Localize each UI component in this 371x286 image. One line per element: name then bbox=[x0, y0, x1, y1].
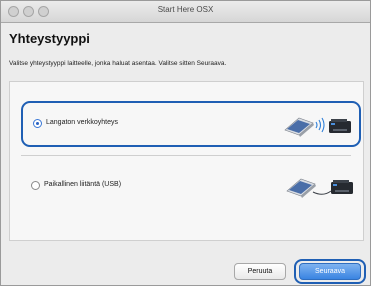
laptop-wifi-printer-illustration bbox=[284, 117, 351, 137]
cancel-button[interactable]: Peruuta bbox=[234, 263, 286, 280]
option-wireless-label: Langaton verkkoyhteys bbox=[46, 119, 118, 126]
options-divider bbox=[21, 155, 351, 156]
installer-window: Start Here OSX Yhteystyyppi Valitse yhte… bbox=[0, 0, 371, 286]
next-button[interactable]: Seuraava bbox=[299, 263, 361, 280]
instruction-text: Valitse yhteystyyppi laitteelle, jonka h… bbox=[9, 60, 227, 67]
option-wireless[interactable]: Langaton verkkoyhteys bbox=[21, 101, 361, 147]
page-title: Yhteystyyppi bbox=[9, 31, 90, 46]
title-bar: Start Here OSX bbox=[1, 1, 370, 23]
option-usb[interactable]: Paikallinen liitäntä (USB) bbox=[21, 163, 361, 209]
radio-usb[interactable] bbox=[31, 181, 40, 190]
option-usb-label: Paikallinen liitäntä (USB) bbox=[44, 181, 122, 188]
laptop-usb-printer-illustration bbox=[286, 178, 353, 198]
radio-wireless[interactable] bbox=[33, 119, 42, 128]
window-title: Start Here OSX bbox=[157, 5, 214, 14]
